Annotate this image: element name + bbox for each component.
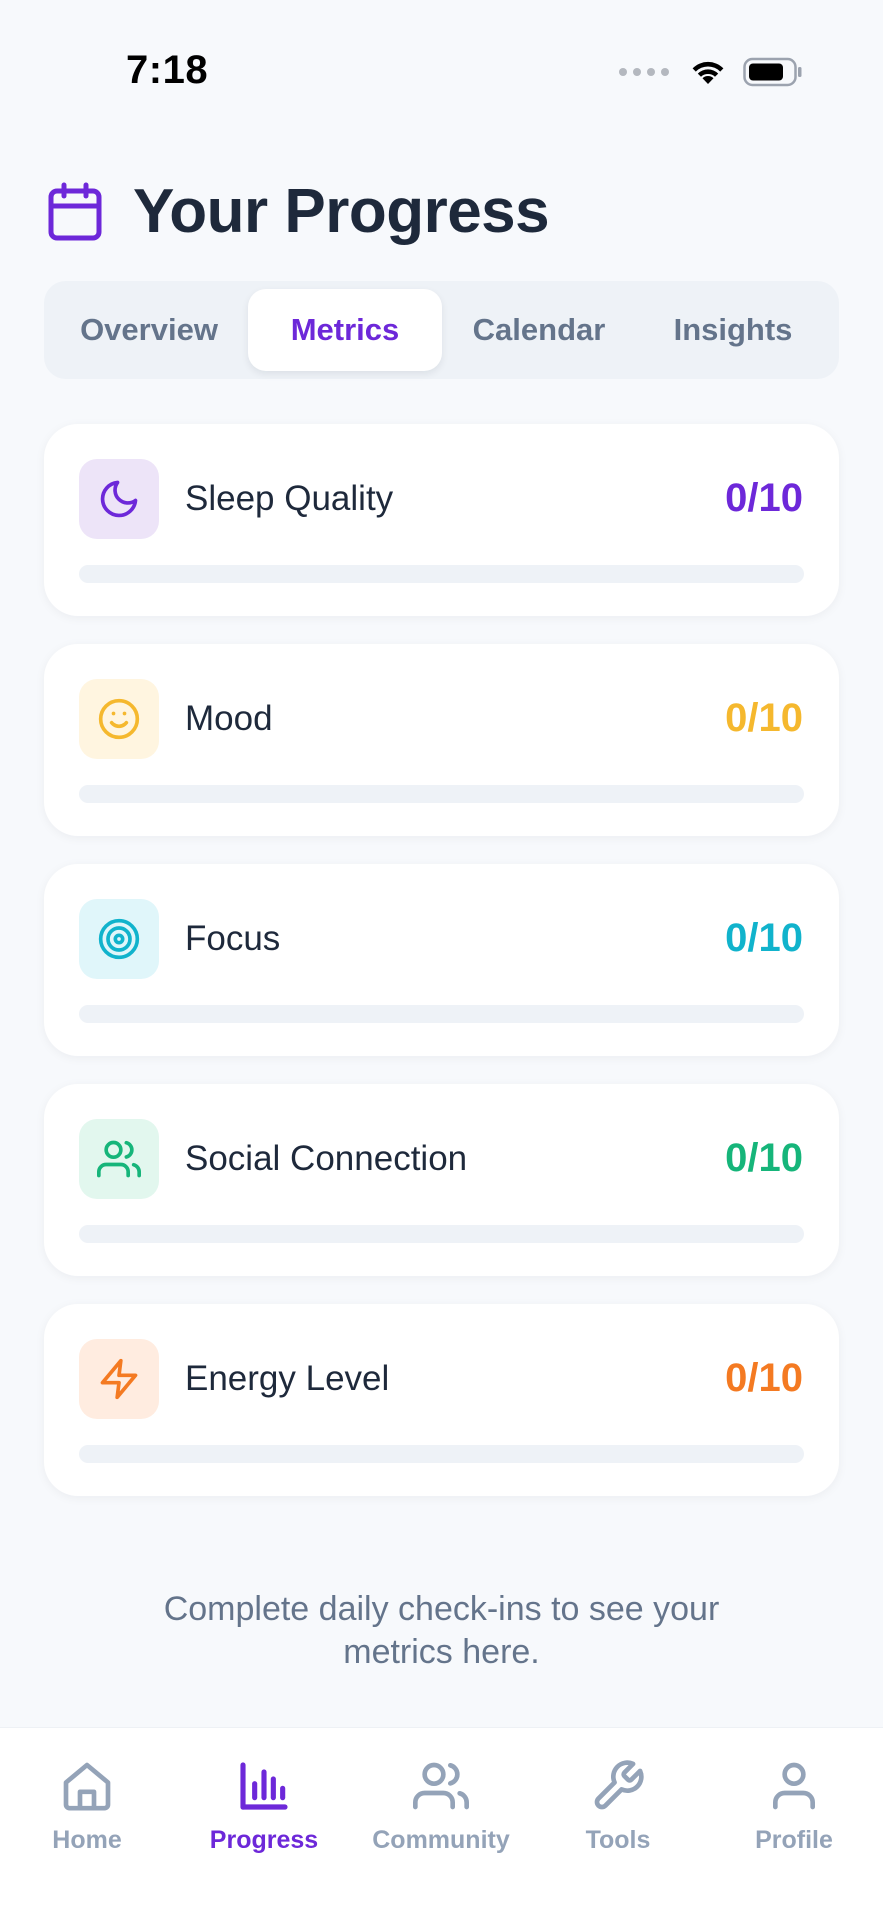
cellular-signal-icon xyxy=(619,68,669,76)
tab-calendar[interactable]: Calendar xyxy=(442,289,636,371)
metric-value: 0/10 xyxy=(725,476,803,520)
zap-icon xyxy=(100,1358,138,1400)
status-bar: 7:18 xyxy=(0,0,883,140)
metric-progress-bar xyxy=(79,565,804,583)
metric-value: 0/10 xyxy=(725,916,803,960)
nav-label: Profile xyxy=(755,1826,833,1854)
wrench-icon xyxy=(594,1760,644,1810)
page-title: Your Progress xyxy=(133,177,550,246)
calendar-icon xyxy=(48,182,102,240)
status-time: 7:18 xyxy=(126,48,209,92)
users-icon xyxy=(413,1762,469,1810)
bar-chart-icon xyxy=(240,1762,288,1810)
metric-value: 0/10 xyxy=(725,696,803,740)
nav-label: Tools xyxy=(585,1826,651,1854)
nav-item-community[interactable]: Community xyxy=(356,1758,526,1855)
metric-label: Social Connection xyxy=(185,1139,468,1178)
tab-insights[interactable]: Insights xyxy=(636,289,830,371)
tab-metrics[interactable]: Metrics xyxy=(248,289,442,371)
metric-icon-bg xyxy=(79,1339,159,1419)
metric-value: 0/10 xyxy=(725,1136,803,1180)
tab-bar: Overview Metrics Calendar Insights xyxy=(44,281,839,379)
metric-icon-bg xyxy=(79,459,159,539)
metric-card-energy-level[interactable]: Energy Level 0/10 xyxy=(44,1304,839,1496)
metric-progress-bar xyxy=(79,1005,804,1023)
metric-label: Energy Level xyxy=(185,1359,390,1398)
wifi-icon xyxy=(692,61,724,84)
nav-label: Community xyxy=(372,1826,510,1854)
metric-icon-bg xyxy=(79,1119,159,1199)
nav-label: Progress xyxy=(209,1826,319,1854)
metric-card-focus[interactable]: Focus 0/10 xyxy=(44,864,839,1056)
metric-progress-bar xyxy=(79,785,804,803)
bottom-navigation: Home Progress Community Tools Profile xyxy=(0,1727,883,1921)
status-icons xyxy=(619,52,803,92)
metric-icon-bg xyxy=(79,679,159,759)
page-header: Your Progress xyxy=(47,176,550,247)
smile-icon xyxy=(98,698,140,740)
nav-item-profile[interactable]: Profile xyxy=(709,1758,879,1855)
metric-icon-bg xyxy=(79,899,159,979)
metric-value: 0/10 xyxy=(725,1356,803,1400)
metric-card-sleep-quality[interactable]: Sleep Quality 0/10 xyxy=(44,424,839,616)
metric-card-mood[interactable]: Mood 0/10 xyxy=(44,644,839,836)
user-icon xyxy=(773,1762,815,1810)
nav-item-tools[interactable]: Tools xyxy=(533,1758,703,1855)
metric-progress-bar xyxy=(79,1225,804,1243)
users-icon xyxy=(97,1140,141,1178)
metric-label: Mood xyxy=(185,699,273,738)
metric-label: Focus xyxy=(185,919,281,958)
battery-icon xyxy=(743,57,802,87)
empty-state-message: Complete daily check-ins to see your met… xyxy=(163,1590,720,1671)
tab-overview[interactable]: Overview xyxy=(52,289,246,371)
nav-label: Home xyxy=(52,1826,122,1854)
nav-item-progress[interactable]: Progress xyxy=(179,1758,349,1855)
metric-progress-bar xyxy=(79,1445,804,1463)
nav-item-home[interactable]: Home xyxy=(2,1758,172,1855)
metric-label: Sleep Quality xyxy=(185,479,394,518)
home-icon xyxy=(63,1762,111,1811)
target-icon xyxy=(98,918,140,960)
moon-icon xyxy=(100,480,138,518)
metric-card-social-connection[interactable]: Social Connection 0/10 xyxy=(44,1084,839,1276)
